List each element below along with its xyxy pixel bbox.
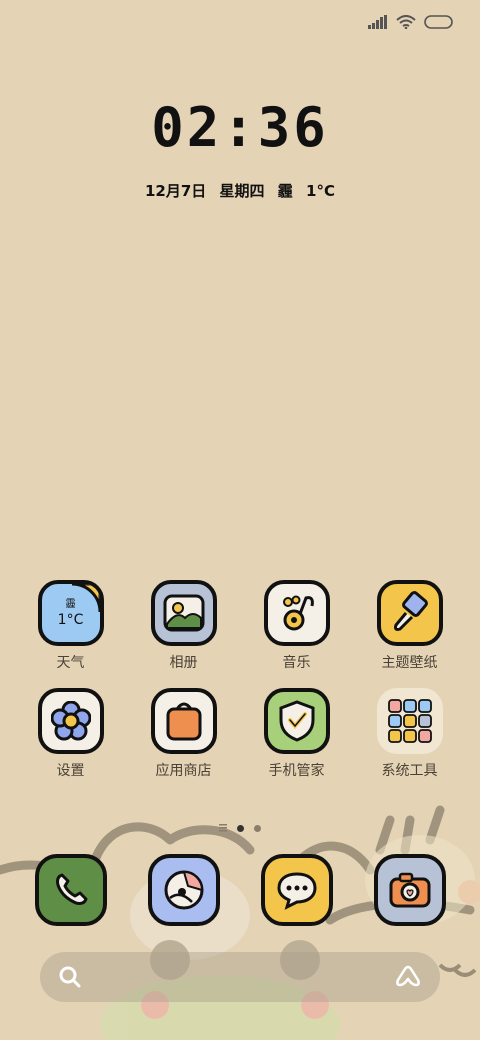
status-bar — [368, 10, 454, 34]
app-grid: 霾 1°C 天气 相册 音乐 主题壁纸 设置 应用商店 手机管家 系统工具 — [0, 580, 480, 780]
page-list-icon — [219, 824, 227, 832]
camera-icon — [373, 854, 446, 926]
app-gallery[interactable]: 相册 — [129, 580, 239, 672]
weather-icon-condition: 霾 — [65, 598, 76, 610]
music-icon — [263, 580, 330, 646]
message-icon — [260, 854, 333, 926]
assistant-icon[interactable] — [394, 965, 422, 989]
app-store[interactable]: 应用商店 — [129, 688, 239, 780]
app-row: 设置 应用商店 手机管家 系统工具 — [0, 688, 480, 780]
dock — [0, 854, 480, 926]
app-label: 手机管家 — [268, 763, 325, 779]
app-label: 系统工具 — [381, 763, 438, 779]
temperature-text: 1°C — [306, 182, 335, 200]
page-indicator[interactable] — [0, 824, 480, 832]
wifi-icon — [396, 15, 416, 29]
weekday-text: 星期四 — [219, 182, 265, 200]
search-icon[interactable] — [58, 965, 82, 989]
app-row: 霾 1°C 天气 相册 音乐 主题壁纸 — [0, 580, 480, 672]
lockscreen-clock: 02:36 — [151, 96, 329, 159]
app-store-bag-icon — [150, 688, 217, 754]
search-bar[interactable] — [40, 952, 440, 1002]
dock-phone[interactable] — [16, 854, 126, 926]
weather-icon-temp: 1°C — [57, 611, 84, 628]
gallery-icon — [150, 580, 217, 646]
dock-camera[interactable] — [355, 854, 465, 926]
app-label: 相册 — [169, 655, 198, 671]
app-label: 天气 — [56, 655, 85, 671]
signal-icon — [368, 15, 387, 29]
date-text: 12月7日 — [145, 182, 207, 200]
battery-icon — [424, 15, 453, 29]
app-settings[interactable]: 设置 — [16, 688, 126, 780]
app-label: 设置 — [56, 763, 85, 779]
phone-icon — [34, 854, 107, 926]
theme-brush-icon — [376, 580, 443, 646]
app-themes[interactable]: 主题壁纸 — [355, 580, 465, 672]
page-dot-active — [237, 824, 244, 832]
dock-browser[interactable] — [129, 854, 239, 926]
browser-icon — [147, 854, 220, 926]
app-weather[interactable]: 霾 1°C 天气 — [16, 580, 126, 672]
security-shield-icon — [263, 688, 330, 754]
weather-condition: 霾 — [277, 182, 293, 200]
app-label: 音乐 — [282, 655, 311, 671]
app-security[interactable]: 手机管家 — [242, 688, 352, 780]
app-label: 应用商店 — [155, 763, 212, 779]
app-folder-system-tools[interactable]: 系统工具 — [355, 688, 465, 780]
app-label: 主题壁纸 — [381, 655, 438, 671]
flower-settings-icon — [37, 688, 104, 754]
dock-messages[interactable] — [242, 854, 352, 926]
app-music[interactable]: 音乐 — [242, 580, 352, 672]
weather-icon: 霾 1°C — [37, 580, 104, 646]
page-dot — [254, 824, 261, 832]
date-weather-line: 12月7日 星期四 霾 1°C — [0, 180, 480, 201]
folder-icon — [376, 688, 443, 754]
